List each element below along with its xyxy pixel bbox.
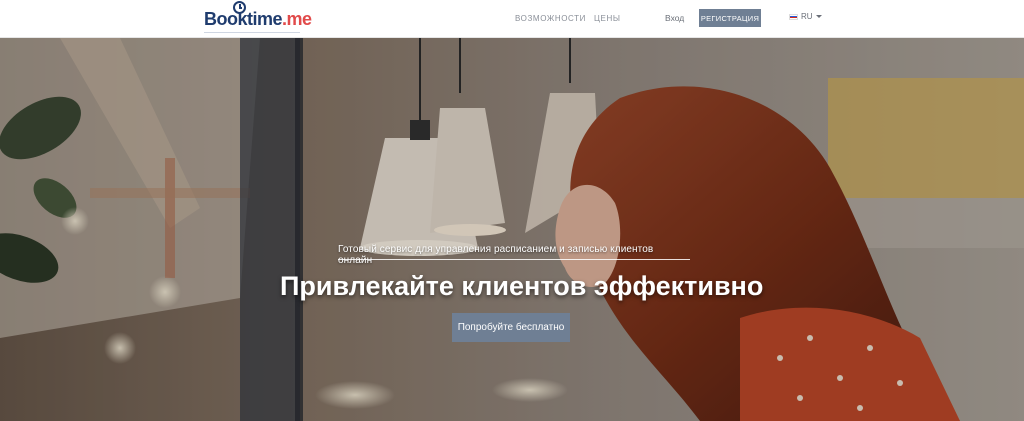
logo-suffix: .me [282,9,312,29]
hero-section [0,38,1024,421]
tagline-divider [338,259,690,260]
language-label: RU [801,12,813,21]
logo-underline [204,32,300,33]
clock-icon [233,1,246,14]
site-logo[interactable]: Booktime .me [204,9,312,33]
top-navigation-bar: Booktime .me ВОЗМОЖНОСТИ ЦЕНЫ Вход РЕГИСТ… [0,0,1024,38]
hero-dim-overlay [0,38,1024,421]
try-free-button[interactable]: Попробуйте бесплатно [452,313,570,342]
nav-prices-link[interactable]: ЦЕНЫ [594,14,621,23]
russia-flag-icon [789,13,798,20]
language-selector[interactable]: RU [789,12,822,21]
nav-features-link[interactable]: ВОЗМОЖНОСТИ [515,14,586,23]
chevron-down-icon [815,15,822,18]
login-link[interactable]: Вход [665,13,684,23]
hero-headline: Привлекайте клиентов эффективно [280,271,764,301]
hero-tagline: Готовый сервис для управления расписание… [338,244,654,266]
register-button[interactable]: РЕГИСТРАЦИЯ [699,9,761,27]
